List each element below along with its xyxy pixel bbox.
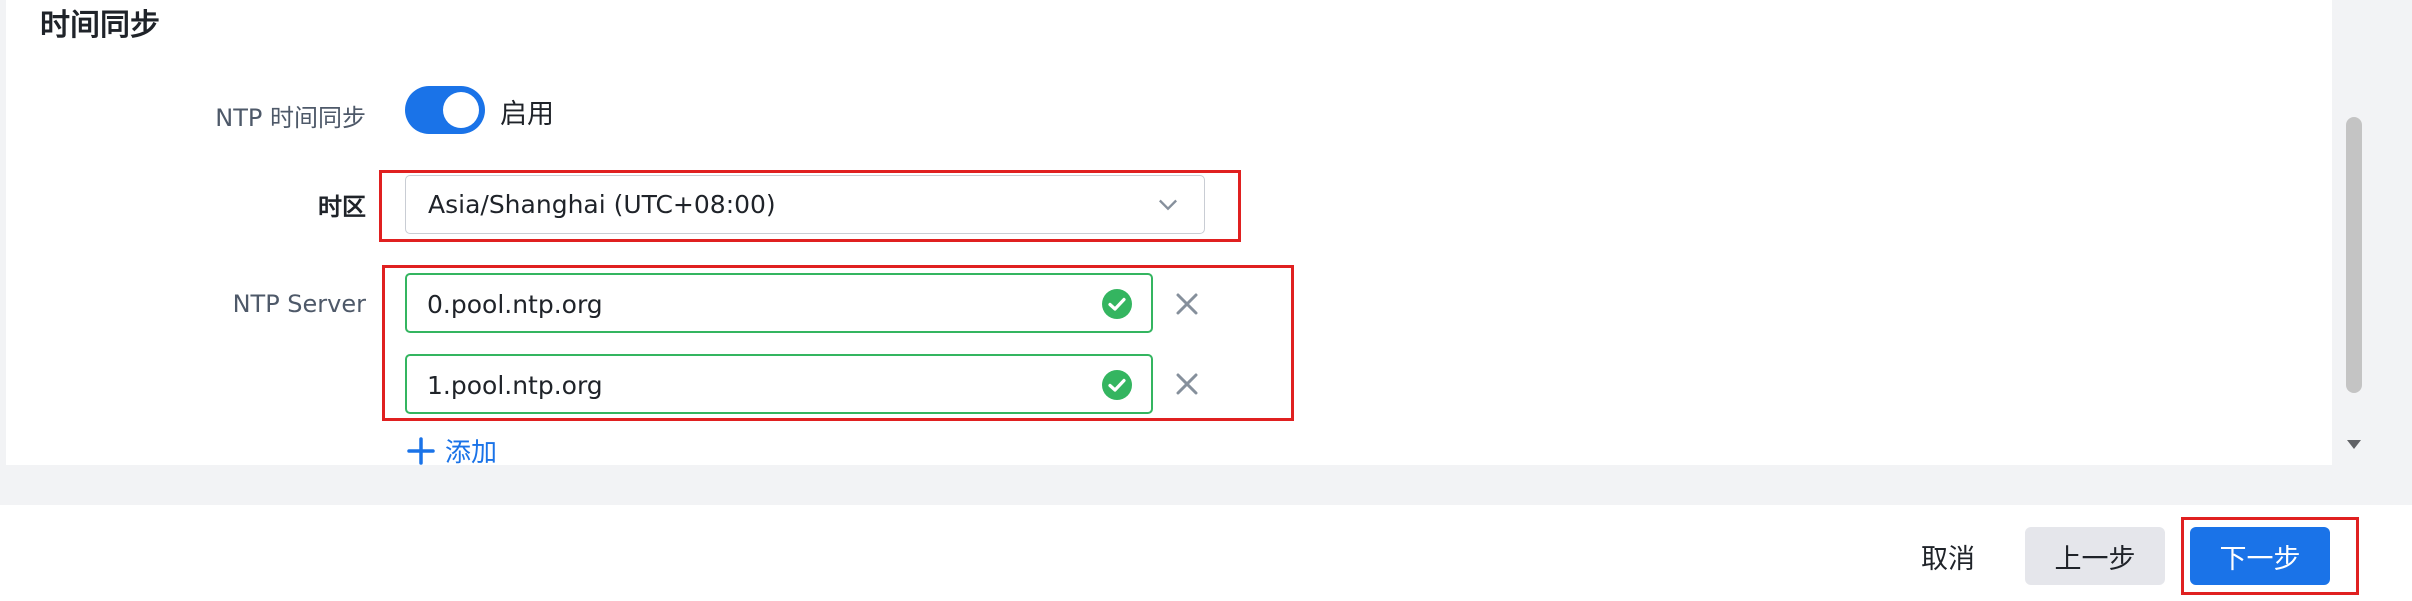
scroll-down-arrow-icon[interactable]: [2344, 434, 2364, 454]
remove-server-2-icon[interactable]: [1172, 369, 1202, 399]
timezone-select[interactable]: Asia/Shanghai (UTC+08:00): [405, 175, 1205, 234]
scrollbar-thumb[interactable]: [2346, 117, 2362, 393]
next-step-button[interactable]: 下一步: [2190, 527, 2330, 585]
check-circle-icon: [1102, 370, 1132, 400]
ntp-server-input-2[interactable]: [427, 368, 1047, 402]
add-server-button[interactable]: 添加: [405, 432, 497, 469]
ntp-server-label: NTP Server: [232, 290, 366, 318]
cancel-button[interactable]: 取消: [1900, 527, 1996, 585]
remove-server-1-icon[interactable]: [1172, 289, 1202, 319]
ntp-sync-toggle-text: 启用: [500, 99, 554, 130]
chevron-down-icon: [1159, 199, 1177, 211]
ntp-server-field-1[interactable]: [405, 273, 1153, 333]
previous-step-button[interactable]: 上一步: [2025, 527, 2165, 585]
plus-icon: [407, 436, 435, 465]
section-title: 时间同步: [40, 8, 160, 43]
ntp-sync-label: NTP 时间同步: [215, 104, 366, 132]
ntp-server-field-2[interactable]: [405, 354, 1153, 414]
timezone-value: Asia/Shanghai (UTC+08:00): [428, 190, 776, 219]
ntp-server-input-1[interactable]: [427, 287, 1047, 321]
ntp-sync-toggle[interactable]: [405, 86, 485, 134]
timezone-label: 时区: [318, 193, 366, 221]
check-circle-icon: [1102, 289, 1132, 319]
add-server-label: 添加: [445, 438, 498, 468]
toggle-knob: [443, 92, 479, 128]
